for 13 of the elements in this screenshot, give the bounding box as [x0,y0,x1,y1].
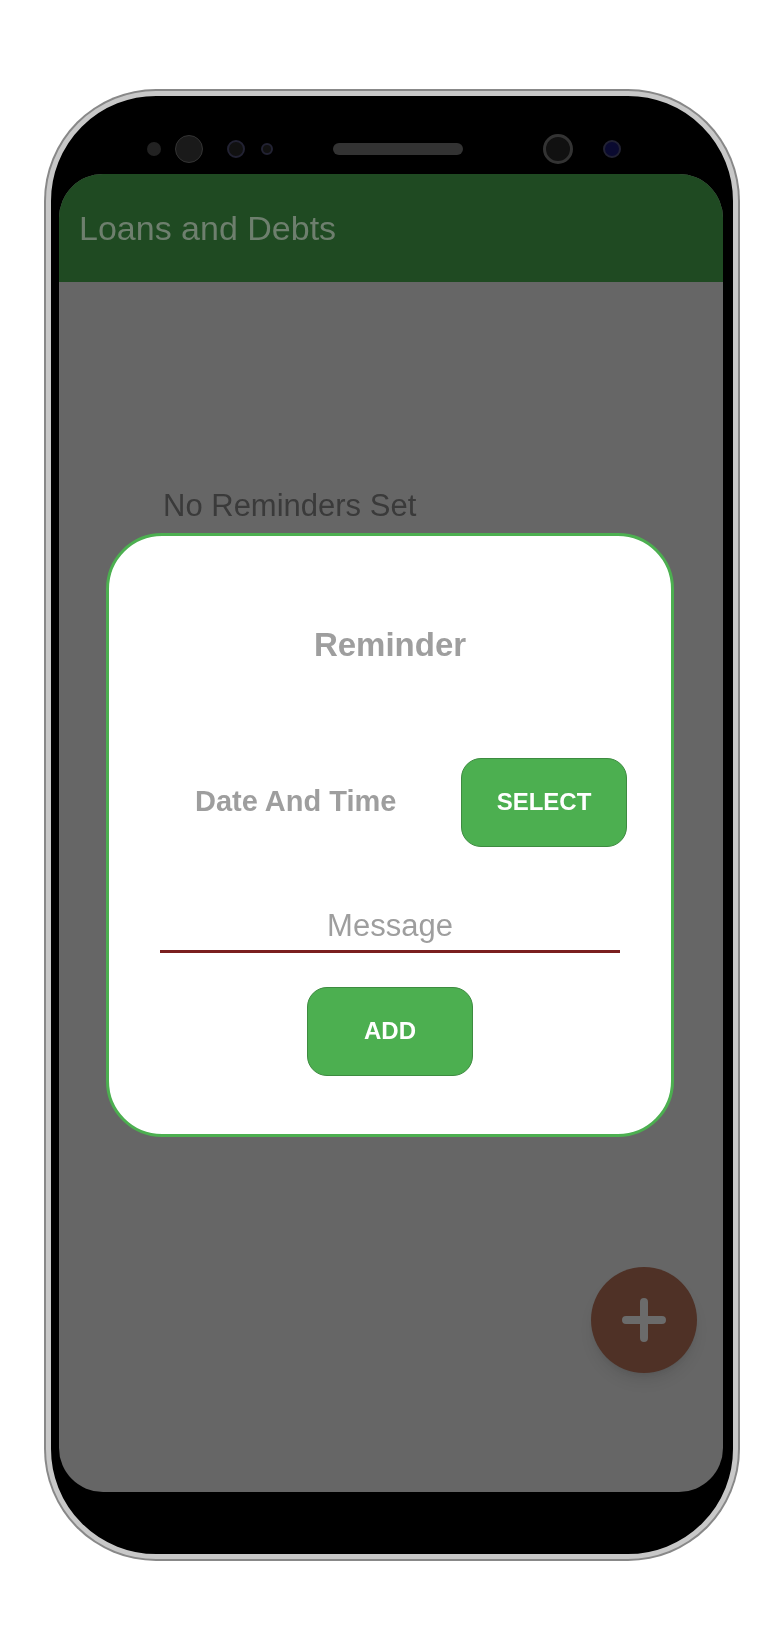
sensor-icon [175,135,203,163]
sensor-icon [147,142,161,156]
message-field[interactable]: Message [160,902,620,953]
select-button[interactable]: SELECT [461,757,627,847]
date-time-label: Date And Time [195,784,397,820]
camera-icon [603,140,621,158]
camera-icon [227,140,245,158]
plus-icon [622,1298,666,1342]
dialog-title: Reminder [313,625,467,665]
camera-icon [543,134,573,164]
sensor-icon [261,143,273,155]
add-button[interactable]: ADD [307,986,473,1076]
app-title: Loans and Debts [79,207,337,249]
